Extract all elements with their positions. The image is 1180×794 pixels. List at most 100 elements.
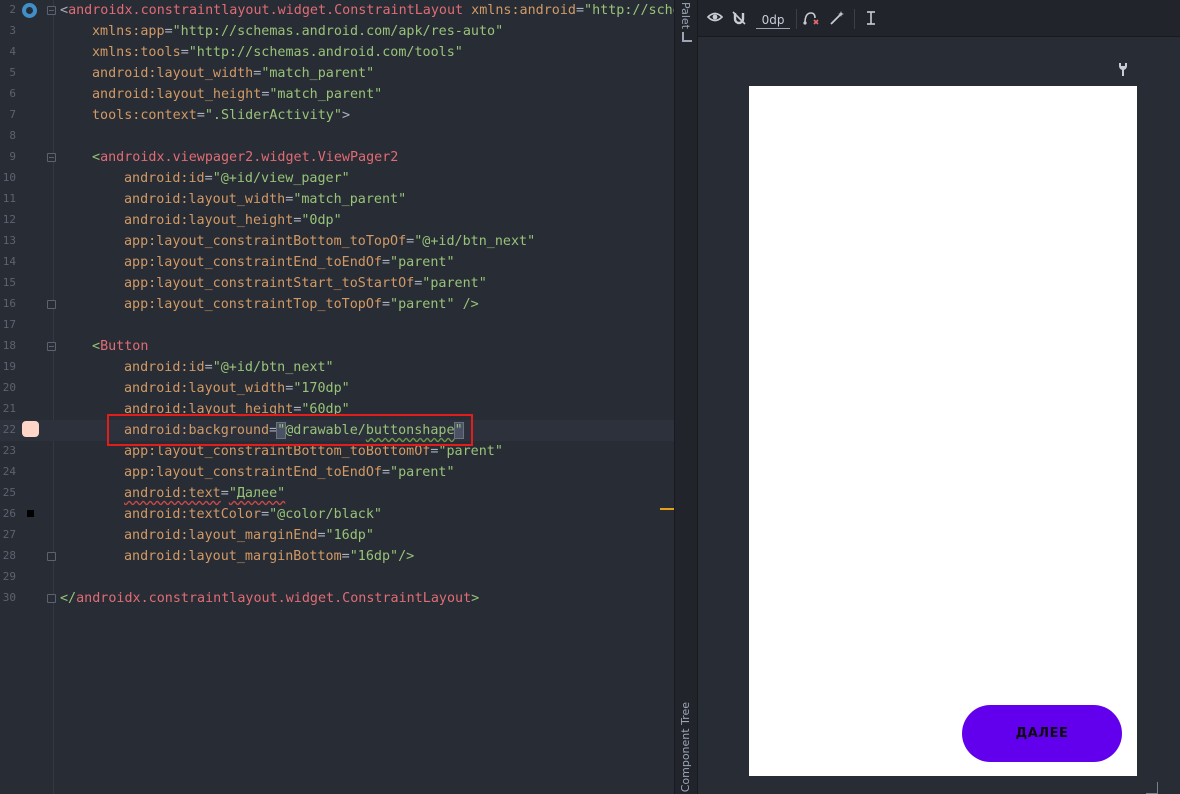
palette-tab[interactable]: Palet xyxy=(679,2,692,29)
eye-icon[interactable] xyxy=(706,10,724,28)
code-text: xmlns:tools="http://schemas.android.com/… xyxy=(92,45,463,60)
palette-icon[interactable] xyxy=(682,32,692,42)
toolbar-separator xyxy=(796,9,797,29)
code-line[interactable]: 9 <androidx.viewpager2.widget.ViewPager2 xyxy=(0,147,674,168)
code-line[interactable]: 8 xyxy=(0,126,674,147)
fold-end-icon[interactable] xyxy=(47,594,56,603)
code-line[interactable]: 23 app:layout_constraintBottom_toBottomOf… xyxy=(0,441,674,462)
line-number: 8 xyxy=(9,129,16,142)
code-line[interactable]: 13 app:layout_constraintBottom_toTopOf="@… xyxy=(0,231,674,252)
line-number: 26 xyxy=(2,507,16,520)
code-text: android:layout_height="60dp" xyxy=(124,402,350,417)
design-preview-pane: 0dp ДАЛЕЕ xyxy=(698,0,1180,794)
line-number: 11 xyxy=(2,192,16,205)
design-toolbar: 0dp xyxy=(698,0,1180,37)
next-button[interactable]: ДАЛЕЕ xyxy=(962,705,1122,762)
line-number: 30 xyxy=(2,591,16,604)
line-number: 15 xyxy=(2,276,16,289)
line-number: 16 xyxy=(2,297,16,310)
code-editor[interactable]: 2 <androidx.constraintlayout.widget.Const… xyxy=(0,0,674,794)
magnet-off-icon[interactable] xyxy=(730,10,748,28)
line-number: 20 xyxy=(2,381,16,394)
fold-end-icon[interactable] xyxy=(47,552,56,561)
component-tree-tab[interactable]: Component Tree xyxy=(679,702,692,792)
code-text: app:layout_constraintBottom_toBottomOf="… xyxy=(124,444,503,459)
code-line[interactable]: 22 android:background="@drawable/buttonsh… xyxy=(0,420,674,441)
code-line[interactable]: 11 android:layout_width="match_parent" xyxy=(0,189,674,210)
code-line[interactable]: 6 android:layout_height="match_parent" xyxy=(0,84,674,105)
code-text: android:layout_width="match_parent" xyxy=(92,66,375,81)
wrench-icon[interactable] xyxy=(1118,62,1128,80)
line-number: 25 xyxy=(2,486,16,499)
code-line[interactable]: 10 android:id="@+id/view_pager" xyxy=(0,168,674,189)
code-line[interactable]: 21 android:layout_height="60dp" xyxy=(0,399,674,420)
code-text: </androidx.constraintlayout.widget.Const… xyxy=(60,591,480,606)
code-line[interactable]: 29 xyxy=(0,567,674,588)
code-text: android:layout_marginBottom="16dp"/> xyxy=(124,549,415,564)
code-line[interactable]: 28 android:layout_marginBottom="16dp"/> xyxy=(0,546,674,567)
code-line[interactable]: 12 android:layout_height="0dp" xyxy=(0,210,674,231)
fold-end-icon[interactable] xyxy=(47,300,56,309)
fold-marker-icon[interactable] xyxy=(47,342,56,351)
code-line[interactable]: 25 android:text="Далее" xyxy=(0,483,674,504)
line-number: 17 xyxy=(2,318,16,331)
code-line[interactable]: 18 <Button xyxy=(0,336,674,357)
code-text: <androidx.constraintlayout.widget.Constr… xyxy=(60,3,674,18)
code-line[interactable]: 16 app:layout_constraintTop_toTopOf="pare… xyxy=(0,294,674,315)
code-line[interactable]: 7 tools:context=".SliderActivity"> xyxy=(0,105,674,126)
code-text: android:layout_width="170dp" xyxy=(124,381,350,396)
line-number: 28 xyxy=(2,549,16,562)
line-number: 7 xyxy=(9,108,16,121)
code-line[interactable]: 15 app:layout_constraintStart_toStartOf="… xyxy=(0,273,674,294)
line-number: 9 xyxy=(9,150,16,163)
line-number: 22 xyxy=(2,423,16,436)
code-text: tools:context=".SliderActivity"> xyxy=(92,108,350,123)
code-text: android:layout_width="match_parent" xyxy=(124,192,407,207)
code-line[interactable]: 5 android:layout_width="match_parent" xyxy=(0,63,674,84)
code-line[interactable]: 20 android:layout_width="170dp" xyxy=(0,378,674,399)
resize-handle[interactable] xyxy=(1146,782,1158,794)
code-text: app:layout_constraintBottom_toTopOf="@+i… xyxy=(124,234,536,249)
android-studio-marker-icon[interactable] xyxy=(22,3,37,18)
code-text: android:id="@+id/btn_next" xyxy=(124,360,334,375)
magic-wand-icon[interactable] xyxy=(828,10,846,28)
line-number: 18 xyxy=(2,339,16,352)
line-number: 24 xyxy=(2,465,16,478)
code-text: xmlns:app="http://schemas.android.com/ap… xyxy=(92,24,504,39)
code-line[interactable]: 30 </androidx.constraintlayout.widget.Con… xyxy=(0,588,674,609)
code-line[interactable]: 19 android:id="@+id/btn_next" xyxy=(0,357,674,378)
color-swatch-icon[interactable] xyxy=(22,421,39,437)
line-number: 12 xyxy=(2,213,16,226)
code-line[interactable]: 2 <androidx.constraintlayout.widget.Const… xyxy=(0,0,674,21)
line-number: 2 xyxy=(9,3,16,16)
code-text: app:layout_constraintTop_toTopOf="parent… xyxy=(124,297,479,312)
code-line[interactable]: 4 xmlns:tools="http://schemas.android.com… xyxy=(0,42,674,63)
side-tool-strip: Palet Component Tree xyxy=(674,0,698,794)
code-text: <androidx.viewpager2.widget.ViewPager2 xyxy=(92,150,399,165)
code-text: android:background="@drawable/buttonshap… xyxy=(124,422,464,439)
code-text: app:layout_constraintEnd_toEndOf="parent… xyxy=(124,255,455,270)
code-line[interactable]: 26 android:textColor="@color/black" xyxy=(0,504,674,525)
code-line[interactable]: 24 app:layout_constraintEnd_toEndOf="pare… xyxy=(0,462,674,483)
code-text: android:layout_marginEnd="16dp" xyxy=(124,528,374,543)
code-line[interactable]: 3 xmlns:app="http://schemas.android.com/a… xyxy=(0,21,674,42)
line-number: 23 xyxy=(2,444,16,457)
fold-marker-icon[interactable] xyxy=(47,6,56,15)
code-text: android:textColor="@color/black" xyxy=(124,507,382,522)
code-text: android:layout_height="match_parent" xyxy=(92,87,383,102)
code-line[interactable]: 27 android:layout_marginEnd="16dp" xyxy=(0,525,674,546)
device-preview-screen[interactable]: ДАЛЕЕ xyxy=(749,86,1137,776)
line-number: 3 xyxy=(9,24,16,37)
line-number: 10 xyxy=(2,171,16,184)
line-number: 21 xyxy=(2,402,16,415)
fold-marker-icon[interactable] xyxy=(47,153,56,162)
code-text: android:text="Далее" xyxy=(124,486,286,501)
black-color-icon[interactable] xyxy=(27,510,34,517)
default-margin-field[interactable]: 0dp xyxy=(756,11,790,29)
code-line[interactable]: 17 xyxy=(0,315,674,336)
guidelines-icon[interactable] xyxy=(864,10,878,28)
clear-constraints-icon[interactable] xyxy=(802,10,820,28)
scroll-marker xyxy=(660,508,674,510)
code-line[interactable]: 14 app:layout_constraintEnd_toEndOf="pare… xyxy=(0,252,674,273)
code-text: app:layout_constraintEnd_toEndOf="parent… xyxy=(124,465,455,480)
